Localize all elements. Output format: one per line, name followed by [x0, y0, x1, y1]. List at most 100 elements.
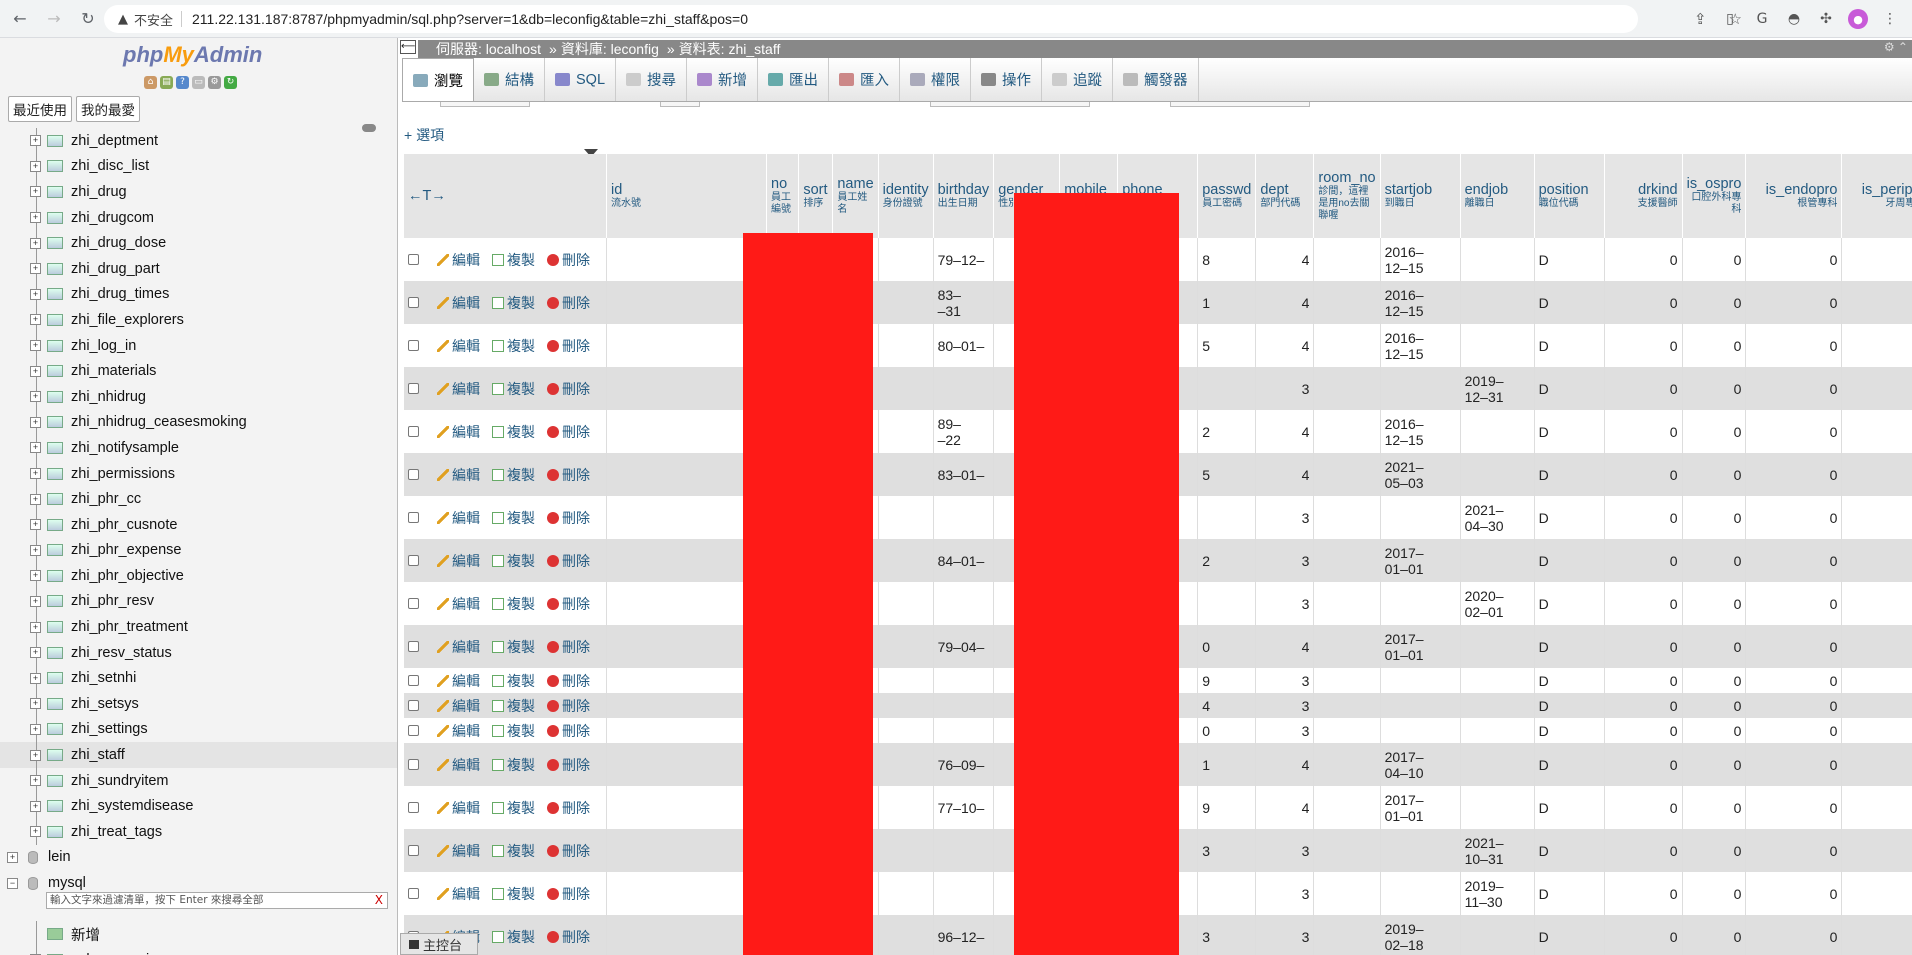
- delete-label[interactable]: 刪除: [562, 843, 590, 859]
- tree-table-item[interactable]: + zhi_deptment: [0, 128, 397, 154]
- column-header-id[interactable]: id 流水號: [606, 154, 767, 238]
- copy-link[interactable]: 複製: [492, 381, 535, 397]
- edit-link[interactable]: 編輯: [437, 467, 480, 483]
- tab-label[interactable]: 匯出: [789, 69, 818, 90]
- column-header-is_ospro[interactable]: is_ospro 口腔外科專科: [1682, 154, 1747, 238]
- tree-item-label[interactable]: zhi_resv_status: [71, 645, 172, 661]
- tree-item-label[interactable]: zhi_drug_part: [71, 261, 160, 277]
- tree-item-label[interactable]: zhi_drug_dose: [71, 235, 166, 251]
- expand-icon[interactable]: +: [30, 595, 41, 607]
- expand-icon[interactable]: +: [30, 570, 41, 582]
- delete-label[interactable]: 刪除: [562, 929, 590, 945]
- tree-table-item[interactable]: + zhi_phr_treatment: [0, 614, 397, 640]
- row-checkbox[interactable]: [408, 554, 419, 566]
- edit-label[interactable]: 編輯: [452, 424, 480, 440]
- tree-table-item[interactable]: + zhi_phr_objective: [0, 563, 397, 589]
- delete-link[interactable]: 刪除: [547, 757, 590, 773]
- column-header-drkind[interactable]: drkind 支援醫師: [1604, 154, 1683, 238]
- breadcrumb-server[interactable]: 伺服器: localhost: [436, 39, 541, 59]
- expand-icon[interactable]: +: [30, 416, 41, 428]
- column-name[interactable]: endjob: [1465, 182, 1530, 198]
- copy-link[interactable]: 複製: [492, 843, 535, 859]
- tab-label[interactable]: 結構: [505, 69, 534, 90]
- copy-link[interactable]: 複製: [492, 929, 535, 945]
- tree-table-item[interactable]: + zhi_nhidrug: [0, 383, 397, 410]
- tab-label[interactable]: 觸發器: [1144, 69, 1188, 90]
- tree-item-label[interactable]: zhi_phr_objective: [71, 568, 184, 584]
- expand-icon[interactable]: +: [30, 672, 41, 684]
- favorites-tab[interactable]: 我的最愛: [76, 96, 140, 122]
- tree-table-item[interactable]: + zhi_sundryitem: [0, 767, 397, 794]
- tree-item-label[interactable]: zhi_permissions: [71, 466, 175, 482]
- tab-9[interactable]: 追蹤: [1042, 58, 1114, 101]
- tree-table-item[interactable]: + zhi_setnhi: [0, 665, 397, 692]
- copy-label[interactable]: 複製: [507, 252, 535, 268]
- expand-icon[interactable]: +: [30, 621, 41, 633]
- profile-avatar[interactable]: ●: [1848, 9, 1868, 29]
- collapse-db-icon[interactable]: −: [7, 877, 18, 889]
- collapse-icon[interactable]: ⟵: [400, 40, 416, 54]
- edit-label[interactable]: 編輯: [452, 338, 480, 354]
- tree-table-item[interactable]: + zhi_systemdisease: [0, 793, 397, 820]
- tree-table-item[interactable]: + zhi_phr_expense: [0, 537, 397, 564]
- copy-label[interactable]: 複製: [507, 553, 535, 569]
- tab-label[interactable]: 權限: [931, 69, 960, 90]
- tab-5[interactable]: 匯出: [758, 58, 830, 101]
- tab-7[interactable]: 權限: [900, 58, 972, 101]
- row-checkbox[interactable]: [408, 253, 419, 265]
- edit-link[interactable]: 編輯: [437, 843, 480, 859]
- tab-label[interactable]: 搜尋: [647, 69, 676, 90]
- tab-0[interactable]: 瀏覽: [402, 58, 474, 101]
- tree-item-label[interactable]: zhi_log_in: [71, 338, 136, 354]
- edit-link[interactable]: 編輯: [437, 510, 480, 526]
- tree-item-label[interactable]: zhi_setnhi: [71, 670, 136, 686]
- database-label[interactable]: lein: [48, 849, 71, 865]
- docs-icon[interactable]: ▭: [192, 76, 205, 89]
- copy-link[interactable]: 複製: [492, 596, 535, 612]
- refresh-icon[interactable]: ↻: [224, 76, 237, 89]
- copy-link[interactable]: 複製: [492, 886, 535, 902]
- share-icon[interactable]: ⇪: [1694, 10, 1707, 28]
- edit-label[interactable]: 編輯: [452, 295, 480, 311]
- breadcrumb-database[interactable]: 資料庫: leconfig: [561, 39, 659, 59]
- tree-database-item[interactable]: + lein: [0, 845, 397, 871]
- edit-link[interactable]: 編輯: [437, 252, 480, 268]
- tree-item-label[interactable]: zhi_nhidrug: [71, 389, 146, 405]
- copy-label[interactable]: 複製: [507, 510, 535, 526]
- expand-icon[interactable]: +: [30, 288, 41, 300]
- delete-link[interactable]: 刪除: [547, 252, 590, 268]
- tree-table-item[interactable]: + zhi_phr_cusnote: [0, 511, 397, 538]
- tree-table-item[interactable]: + zhi_disc_list: [0, 153, 397, 180]
- column-name[interactable]: startjob: [1385, 182, 1456, 198]
- tree-item-label[interactable]: zhi_drug_times: [71, 286, 169, 302]
- delete-link[interactable]: 刪除: [547, 381, 590, 397]
- delete-label[interactable]: 刪除: [562, 639, 590, 655]
- tab-10[interactable]: 觸發器: [1113, 58, 1199, 101]
- delete-label[interactable]: 刪除: [562, 596, 590, 612]
- delete-link[interactable]: 刪除: [547, 723, 590, 739]
- column-header-passwd[interactable]: passwd 員工密碼: [1197, 154, 1257, 238]
- tree-item-label[interactable]: zhi_systemdisease: [71, 798, 194, 814]
- column-header-dept[interactable]: dept 部門代碼: [1255, 154, 1315, 238]
- row-checkbox[interactable]: [408, 468, 419, 480]
- copy-label[interactable]: 複製: [507, 424, 535, 440]
- edit-link[interactable]: 編輯: [437, 424, 480, 440]
- edit-link[interactable]: 編輯: [437, 723, 480, 739]
- extension-hat-icon[interactable]: ◓: [1784, 9, 1804, 29]
- row-checkbox[interactable]: [408, 724, 419, 736]
- translate-icon[interactable]: G: [1752, 9, 1772, 29]
- edit-link[interactable]: 編輯: [437, 553, 480, 569]
- edit-label[interactable]: 編輯: [452, 381, 480, 397]
- tree-table-item[interactable]: + zhi_nhidrug_ceasesmoking: [0, 409, 397, 436]
- expand-icon[interactable]: +: [30, 263, 41, 275]
- tree-table-item[interactable]: + zhi_materials: [0, 358, 397, 384]
- clear-filter-icon[interactable]: X: [375, 893, 383, 908]
- column-header-is_peripro[interactable]: is_peripro牙周專科: [1841, 154, 1912, 238]
- column-name[interactable]: drkind: [1609, 182, 1678, 198]
- tab-label[interactable]: 瀏覽: [434, 70, 463, 91]
- expand-icon[interactable]: +: [30, 519, 41, 531]
- delete-link[interactable]: 刪除: [547, 295, 590, 311]
- edit-link[interactable]: 編輯: [437, 673, 480, 689]
- tree-table-item[interactable]: + zhi_drug: [0, 179, 397, 205]
- edit-label[interactable]: 編輯: [452, 252, 480, 268]
